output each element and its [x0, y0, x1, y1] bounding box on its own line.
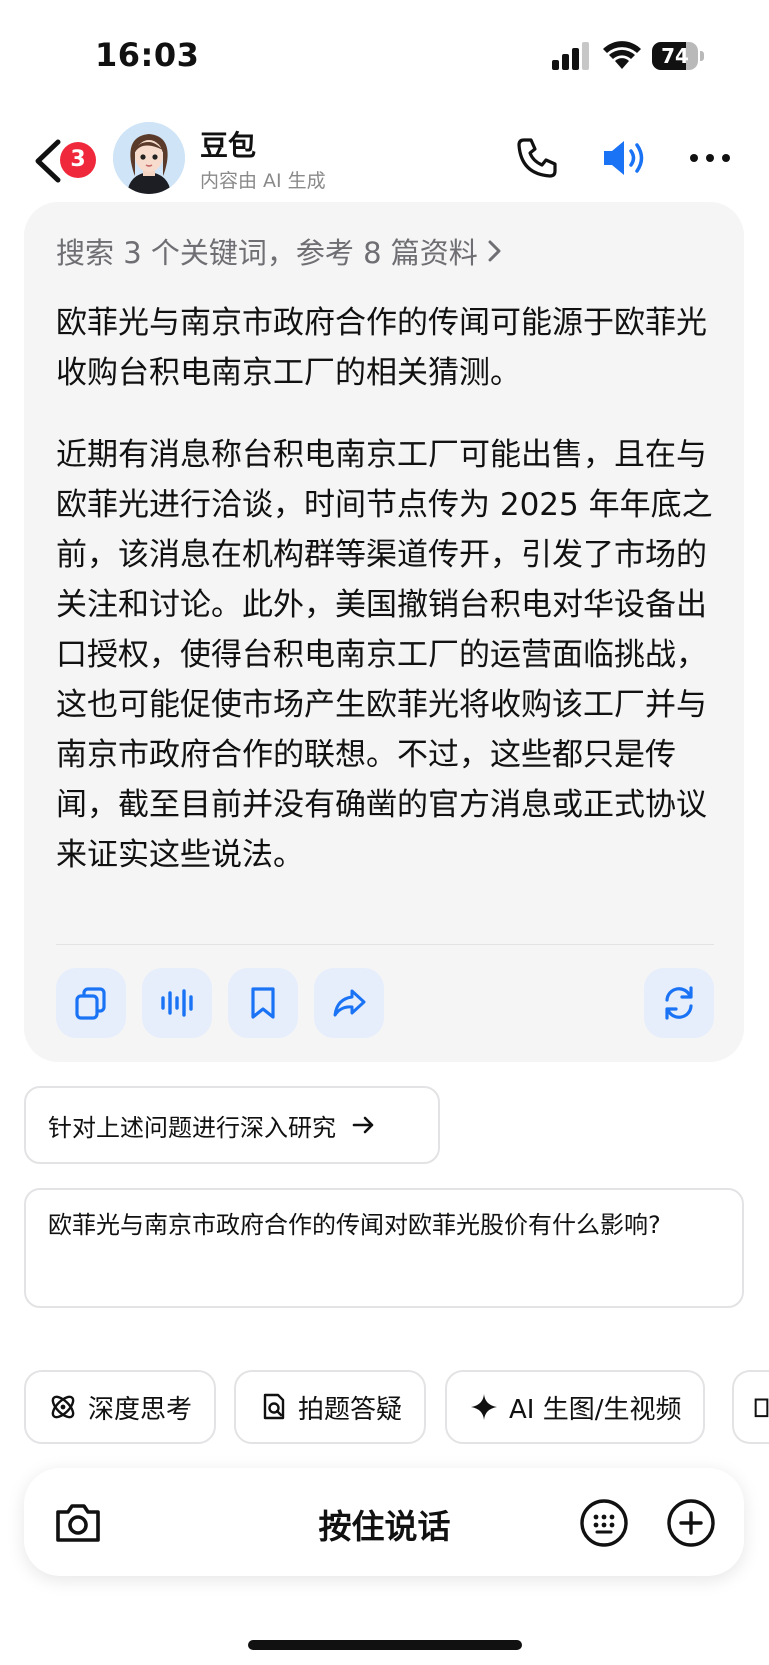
edit-icon: [754, 1398, 769, 1418]
regenerate-icon: [665, 986, 693, 1020]
voice-playback-icon: [161, 989, 193, 1017]
bookmark-icon: [251, 987, 275, 1019]
chip-label: 拍题答疑: [298, 1394, 403, 1425]
atom-icon: [51, 1395, 75, 1419]
voice-playback-button[interactable]: [142, 968, 212, 1038]
camera-icon[interactable]: [52, 1498, 104, 1546]
suggestion-stock-impact[interactable]: 欧菲光与南京市政府合作的传闻对欧菲光股价有什么影响?: [24, 1188, 744, 1308]
bot-name: 豆包: [200, 129, 257, 162]
hold-to-talk-button[interactable]: 按住说话: [319, 1507, 451, 1546]
chip-label: AI 生图/生视频: [509, 1394, 682, 1425]
sparkle-icon: [471, 1394, 497, 1420]
divider: [56, 944, 714, 945]
regenerate-button[interactable]: [644, 968, 714, 1038]
avatar-image: [113, 122, 185, 194]
chip-more-partial[interactable]: [732, 1370, 769, 1444]
avatar[interactable]: [113, 122, 185, 194]
references-link[interactable]: 搜索 3 个关键词，参考 8 篇资料: [56, 230, 504, 272]
answer-paragraph: 欧菲光与南京市政府合作的传闻可能源于欧菲光收购台积电南京工厂的相关猜测。: [56, 305, 707, 391]
bot-subtitle: 内容由 AI 生成: [200, 170, 326, 192]
references-label: 搜索 3 个关键词，参考 8 篇资料: [56, 236, 478, 270]
chip-ai-image-video[interactable]: AI 生图/生视频: [445, 1370, 706, 1444]
share-button[interactable]: [314, 968, 384, 1038]
copy-icon: [75, 987, 106, 1020]
arrow-right-icon: [352, 1116, 374, 1134]
scan-question-icon: [263, 1393, 285, 1420]
battery-icon: 74: [652, 42, 704, 70]
share-icon: [333, 989, 366, 1017]
unread-badge: 3: [60, 142, 96, 178]
home-indicator[interactable]: [248, 1640, 522, 1650]
chevron-right-icon: [488, 240, 501, 262]
chip-label: 深度思考: [88, 1394, 193, 1425]
copy-button[interactable]: [56, 968, 126, 1038]
phone-icon[interactable]: [515, 136, 559, 180]
more-icon[interactable]: [688, 150, 732, 166]
suggestion-deep-research[interactable]: 针对上述问题进行深入研究: [24, 1086, 440, 1164]
status-time: 16:03: [95, 36, 200, 74]
wifi-icon: [603, 41, 641, 69]
cellular-signal-icon: [552, 42, 589, 70]
keyboard-icon[interactable]: [578, 1497, 630, 1549]
battery-level: 74: [661, 44, 689, 68]
answer-paragraph: 近期有消息称台积电南京工厂可能出售，且在与欧菲光进行洽谈，时间节点传为 2025…: [56, 437, 713, 873]
suggestion-label: 针对上述问题进行深入研究: [48, 1113, 336, 1142]
speaker-icon[interactable]: [600, 136, 650, 180]
chip-photo-question[interactable]: 拍题答疑: [234, 1370, 427, 1444]
chip-deep-thinking[interactable]: 深度思考: [24, 1370, 217, 1444]
bookmark-button[interactable]: [228, 968, 298, 1038]
plus-icon[interactable]: [665, 1497, 717, 1549]
